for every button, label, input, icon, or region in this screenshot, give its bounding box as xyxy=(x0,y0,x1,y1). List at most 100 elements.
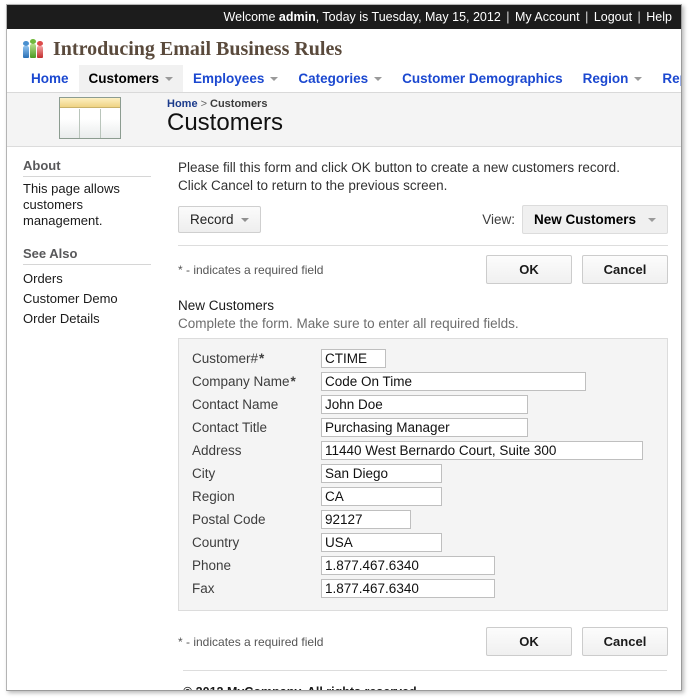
cancel-button-top[interactable]: Cancel xyxy=(582,255,668,284)
bottom-action-row: * - indicates a required field OK Cancel xyxy=(178,627,668,656)
required-field-note-bottom: * - indicates a required field xyxy=(178,634,324,649)
nav-item-label: Reports xyxy=(662,71,681,86)
field-label-text: Country xyxy=(192,535,240,550)
page-title: Customers xyxy=(167,109,284,136)
separator: | xyxy=(637,10,641,24)
required-marker: * xyxy=(259,351,265,366)
top-action-row: * - indicates a required field OK Cancel xyxy=(178,255,668,284)
help-link[interactable]: Help xyxy=(646,10,672,24)
field-input-postal-code[interactable] xyxy=(321,510,411,529)
field-label-text: Contact Title xyxy=(192,420,268,435)
form-row: Contact Title xyxy=(179,416,667,439)
field-label-region: Region xyxy=(192,489,321,504)
field-label-city: City xyxy=(192,466,321,481)
field-input-region[interactable] xyxy=(321,487,442,506)
view-dropdown-value: New Customers xyxy=(533,212,636,227)
separator: | xyxy=(585,10,589,24)
nav-item-reports[interactable]: Reports xyxy=(652,65,681,92)
sidebar-link-order-details[interactable]: Order Details xyxy=(23,309,167,329)
nav-item-label: Home xyxy=(31,71,69,86)
nav-item-label: Categories xyxy=(298,71,369,86)
chevron-down-icon xyxy=(634,76,643,81)
sidebar-link-orders[interactable]: Orders xyxy=(23,269,167,289)
form-row: City xyxy=(179,462,667,485)
welcome-text: Welcome xyxy=(223,10,279,24)
field-label-text: Region xyxy=(192,489,235,504)
field-label-contact-name: Contact Name xyxy=(192,397,321,412)
nav-item-customer-demographics[interactable]: Customer Demographics xyxy=(392,65,573,92)
username-label: admin xyxy=(278,10,316,24)
field-label-text: Phone xyxy=(192,558,232,573)
data-grid-icon xyxy=(59,97,121,139)
nav-item-customers[interactable]: Customers xyxy=(78,65,184,92)
field-label-contact-title: Contact Title xyxy=(192,420,321,435)
field-label-address: Address xyxy=(192,443,321,458)
date-text: , Today is Tuesday, May 15, 2012 xyxy=(315,10,505,24)
page-header-text: Home > Customers Customers xyxy=(167,93,283,146)
field-input-company-name[interactable] xyxy=(321,372,586,391)
my-account-link[interactable]: My Account xyxy=(515,10,580,24)
separator: | xyxy=(506,10,510,24)
ok-button-bottom[interactable]: OK xyxy=(486,627,572,656)
nav-item-categories[interactable]: Categories xyxy=(288,65,392,92)
copyright-text: © 2012 MyCompany. All rights reserved. xyxy=(7,671,681,690)
form-row: Company Name* xyxy=(179,370,667,393)
browser-page: Welcome admin, Today is Tuesday, May 15,… xyxy=(6,4,682,691)
field-label-text: Customer# xyxy=(192,351,259,366)
sidebar-link-customer-demo[interactable]: Customer Demo xyxy=(23,289,167,309)
record-menu-label: Record xyxy=(190,212,234,227)
sidebar-about-text: This page allows customers management. xyxy=(23,181,120,228)
top-action-buttons: OK Cancel xyxy=(486,255,668,284)
app-title: Introducing Email Business Rules xyxy=(53,38,343,60)
nav-item-label: Customers xyxy=(88,71,160,86)
nav-item-region[interactable]: Region xyxy=(573,65,653,92)
form-toolbar: Record View: New Customers xyxy=(178,205,668,234)
field-input-contact-name[interactable] xyxy=(321,395,528,414)
sidebar: About This page allows customers managem… xyxy=(7,147,167,329)
field-input-country[interactable] xyxy=(321,533,442,552)
required-field-note-top: * - indicates a required field xyxy=(178,262,324,277)
record-menu-button[interactable]: Record xyxy=(178,206,261,233)
field-input-fax[interactable] xyxy=(321,579,495,598)
page-header: Home > Customers Customers xyxy=(7,93,681,147)
form-row: Phone xyxy=(179,554,667,577)
nav-item-label: Employees xyxy=(193,71,265,86)
nav-item-home[interactable]: Home xyxy=(21,65,79,92)
chevron-down-icon xyxy=(165,76,174,81)
view-label: View: xyxy=(482,212,515,227)
ok-button-top[interactable]: OK xyxy=(486,255,572,284)
field-input-contact-title[interactable] xyxy=(321,418,528,437)
form-row: Address xyxy=(179,439,667,462)
field-input-address[interactable] xyxy=(321,441,643,460)
field-label-postal-code: Postal Code xyxy=(192,512,321,527)
field-input-city[interactable] xyxy=(321,464,442,483)
field-label-company-name: Company Name* xyxy=(192,374,321,389)
chevron-down-icon xyxy=(648,217,656,222)
field-label-text: City xyxy=(192,466,216,481)
form-row: Region xyxy=(179,485,667,508)
divider xyxy=(178,245,668,246)
form-row: Country xyxy=(179,531,667,554)
form-row: Postal Code xyxy=(179,508,667,531)
field-label-text: Company Name xyxy=(192,374,290,389)
top-status-bar: Welcome admin, Today is Tuesday, May 15,… xyxy=(7,5,681,29)
main-content: Please fill this form and click OK butto… xyxy=(167,147,681,656)
customer-form: Customer#*Company Name*Contact NameConta… xyxy=(178,338,668,611)
nav-item-employees[interactable]: Employees xyxy=(183,65,288,92)
page-icon-area xyxy=(7,93,167,146)
sidebar-link-list: Orders Customer Demo Order Details xyxy=(23,269,167,329)
logout-link[interactable]: Logout xyxy=(594,10,632,24)
field-label-text: Address xyxy=(192,443,242,458)
field-label-fax: Fax xyxy=(192,581,321,596)
field-input-phone[interactable] xyxy=(321,556,495,575)
instruction-text: Please fill this form and click OK butto… xyxy=(178,160,620,193)
bottom-action-buttons: OK Cancel xyxy=(486,627,668,656)
view-dropdown[interactable]: New Customers xyxy=(521,205,668,234)
required-marker: * xyxy=(290,374,296,389)
cancel-button-bottom[interactable]: Cancel xyxy=(582,627,668,656)
brand-header: Introducing Email Business Rules xyxy=(7,29,681,65)
field-input-customer-[interactable] xyxy=(321,349,386,368)
page-body: About This page allows customers managem… xyxy=(7,147,681,656)
form-row: Contact Name xyxy=(179,393,667,416)
chevron-down-icon xyxy=(240,217,249,222)
